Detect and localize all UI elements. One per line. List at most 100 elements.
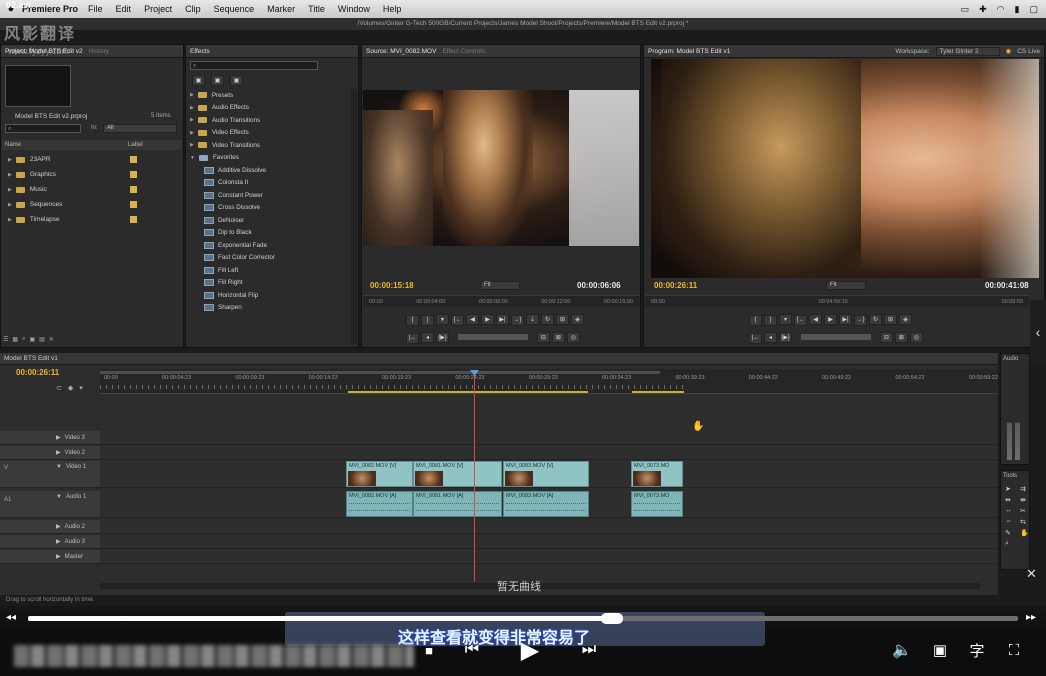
expand-triangle-icon[interactable]: ▶	[8, 217, 12, 223]
track-master[interactable]	[100, 550, 998, 564]
expand-triangle-icon[interactable]: ▶	[8, 187, 12, 193]
in-select[interactable]: All	[103, 124, 177, 133]
cs-live-label[interactable]: CS Live	[1017, 48, 1040, 55]
expand-triangle-icon[interactable]: ▶	[8, 157, 12, 163]
tab-effects[interactable]: Effects	[190, 48, 210, 55]
extract-icon[interactable]: ⊠	[894, 332, 908, 343]
pin-icon[interactable]: ✚	[979, 4, 987, 15]
expand-triangle-icon[interactable]: ▶	[190, 130, 194, 136]
video-progress-knob[interactable]	[601, 613, 624, 624]
step-forward-icon[interactable]: ▶|	[839, 314, 852, 325]
video-clip[interactable]: MVI_0082.MOV [V]	[346, 461, 413, 487]
mark-in-icon[interactable]: {	[749, 314, 762, 326]
timeline-timecode[interactable]: 00:00:26:11	[16, 368, 59, 377]
safe-margins-icon[interactable]: ⊞	[556, 314, 569, 325]
output-icon[interactable]: ◎	[566, 332, 580, 343]
track-audio2[interactable]	[100, 520, 998, 534]
close-overlay-icon[interactable]: ✕	[1026, 566, 1037, 582]
track-video2[interactable]	[100, 446, 998, 460]
overlay-icon[interactable]: ⊟	[536, 332, 550, 343]
accelerated-effects-icon[interactable]: ▣	[192, 75, 205, 86]
mark-out-icon[interactable]: }	[764, 314, 777, 326]
play-button-icon[interactable]: ▶	[517, 637, 543, 664]
marker-icon[interactable]: ▾	[779, 314, 792, 325]
effect-item[interactable]: Fill Left	[204, 264, 238, 277]
step-back-icon[interactable]: ◀	[466, 314, 479, 325]
mark-out-icon[interactable]: }	[421, 314, 434, 326]
razor-tool-icon[interactable]: ✂	[1020, 507, 1032, 515]
fast-forward-icon[interactable]: ▸▸	[1026, 612, 1036, 623]
effect-item[interactable]: Exponential Fade	[204, 239, 267, 252]
tab-source[interactable]: Source: MVI_0082.MOV	[366, 48, 436, 55]
video-clip[interactable]: MVI_0073.MO	[631, 461, 683, 487]
effect-item[interactable]: Fast Color Corrector	[204, 252, 275, 265]
previous-icon[interactable]: ⏮	[462, 640, 482, 660]
program-timecode[interactable]: 00:00:26:11	[654, 281, 697, 290]
track-expand-icon[interactable]: ▶	[56, 434, 61, 441]
expand-triangle-icon[interactable]: ▶	[190, 142, 194, 148]
goto-out-icon[interactable]: →}	[511, 314, 524, 326]
program-ruler[interactable]: 00:00 00:04:59:16 00:09:59	[645, 295, 1029, 307]
rate-stretch-tool-icon[interactable]: ↔	[1005, 507, 1017, 515]
menu-title[interactable]: Title	[308, 4, 325, 14]
snap-icon[interactable]: ⊂	[56, 384, 62, 392]
track-expand-icon[interactable]: ▶	[56, 538, 61, 545]
effect-item[interactable]: DeNoiser	[204, 214, 244, 227]
video-clip[interactable]: MVI_0081.MOV [V]	[413, 461, 502, 487]
track-expand-icon[interactable]: ▶	[56, 523, 61, 530]
tab-program[interactable]: Program: Model BTS Edit v1	[648, 48, 730, 55]
col-name[interactable]: Name	[5, 142, 21, 148]
cs-live-icon[interactable]: ◉	[1006, 47, 1012, 55]
collapse-triangle-icon[interactable]: ▼	[190, 155, 195, 161]
bin-row[interactable]: ▶ Graphics	[2, 167, 137, 182]
track-select-tool-icon[interactable]: ⇉	[1020, 485, 1032, 493]
effect-item[interactable]: Additive Dissolve	[204, 164, 266, 177]
source-zoom-select[interactable]: Fit	[480, 281, 520, 290]
pen-tool-icon[interactable]: ✎	[1005, 529, 1017, 537]
icon-view-icon[interactable]: ▦	[12, 336, 18, 343]
play-in-out-icon[interactable]: {▶}	[779, 332, 792, 343]
track-audio1[interactable]: MVI_0082.MOV [A] MVI_0081.MOV [A] MVI_00…	[100, 491, 998, 518]
menu-project[interactable]: Project	[144, 4, 172, 14]
program-jog-slider[interactable]	[800, 334, 871, 341]
effect-item[interactable]: Horizontal Flip	[204, 289, 258, 302]
effects-folder[interactable]: ▶ Audio Transitions	[190, 114, 260, 127]
export-frame-icon[interactable]: ◈	[899, 314, 912, 325]
effect-item[interactable]: Fill Right	[204, 277, 243, 290]
effects-search-input[interactable]: ⌕	[190, 61, 318, 70]
lift-icon[interactable]: ⊟	[879, 332, 893, 343]
play-icon[interactable]: ▶	[481, 314, 494, 325]
bin-row[interactable]: ▶ Music	[2, 182, 137, 197]
source-track-a1[interactable]: A1	[4, 497, 11, 503]
list-view-icon[interactable]: ☰	[3, 336, 8, 343]
effects-folder[interactable]: ▶ Video Transitions	[190, 139, 260, 152]
track-header-video2[interactable]: ▶ Video 2	[0, 446, 100, 460]
menu-file[interactable]: File	[88, 4, 103, 14]
close-window-icon[interactable]: ▢	[1029, 4, 1038, 15]
col-label[interactable]: Label	[128, 140, 143, 150]
program-zoom-select[interactable]: Fit	[826, 281, 866, 290]
next-icon[interactable]: ⏭	[579, 640, 599, 660]
source-jog-slider[interactable]	[457, 334, 528, 341]
side-panel-toggle-icon[interactable]: ‹	[1030, 300, 1046, 364]
32bit-effects-icon[interactable]: ▣	[211, 75, 224, 86]
jog-icon[interactable]: ◂	[421, 332, 434, 343]
trash-icon[interactable]: ✕	[49, 336, 54, 343]
rolling-edit-tool-icon[interactable]: ⇼	[1020, 496, 1032, 504]
menu-clip[interactable]: Clip	[185, 4, 201, 14]
track-header-audio2[interactable]: ▶ Audio 2	[0, 520, 100, 534]
yuv-effects-icon[interactable]: ▣	[230, 75, 243, 86]
safe-margins-icon[interactable]: ⊞	[884, 314, 897, 325]
timeline-ruler[interactable]: 00:00 00:00:04:23 00:00:09:23 00:00:14:2…	[100, 369, 998, 394]
menu-marker[interactable]: Marker	[267, 4, 295, 14]
track-expand-icon[interactable]: ▼	[56, 464, 62, 470]
slide-tool-icon[interactable]: ⇆	[1020, 518, 1032, 526]
work-area-bar[interactable]	[100, 371, 660, 374]
audio-clip[interactable]: MVI_0073.MO	[631, 491, 683, 517]
loop-icon[interactable]: ↻	[869, 314, 882, 325]
menu-window[interactable]: Window	[338, 4, 370, 14]
timeline-playhead[interactable]	[474, 370, 475, 582]
track-expand-icon[interactable]: ▶	[56, 553, 61, 560]
effects-folder[interactable]: ▶ Presets	[190, 89, 233, 102]
mark-in-icon[interactable]: {	[406, 314, 419, 326]
